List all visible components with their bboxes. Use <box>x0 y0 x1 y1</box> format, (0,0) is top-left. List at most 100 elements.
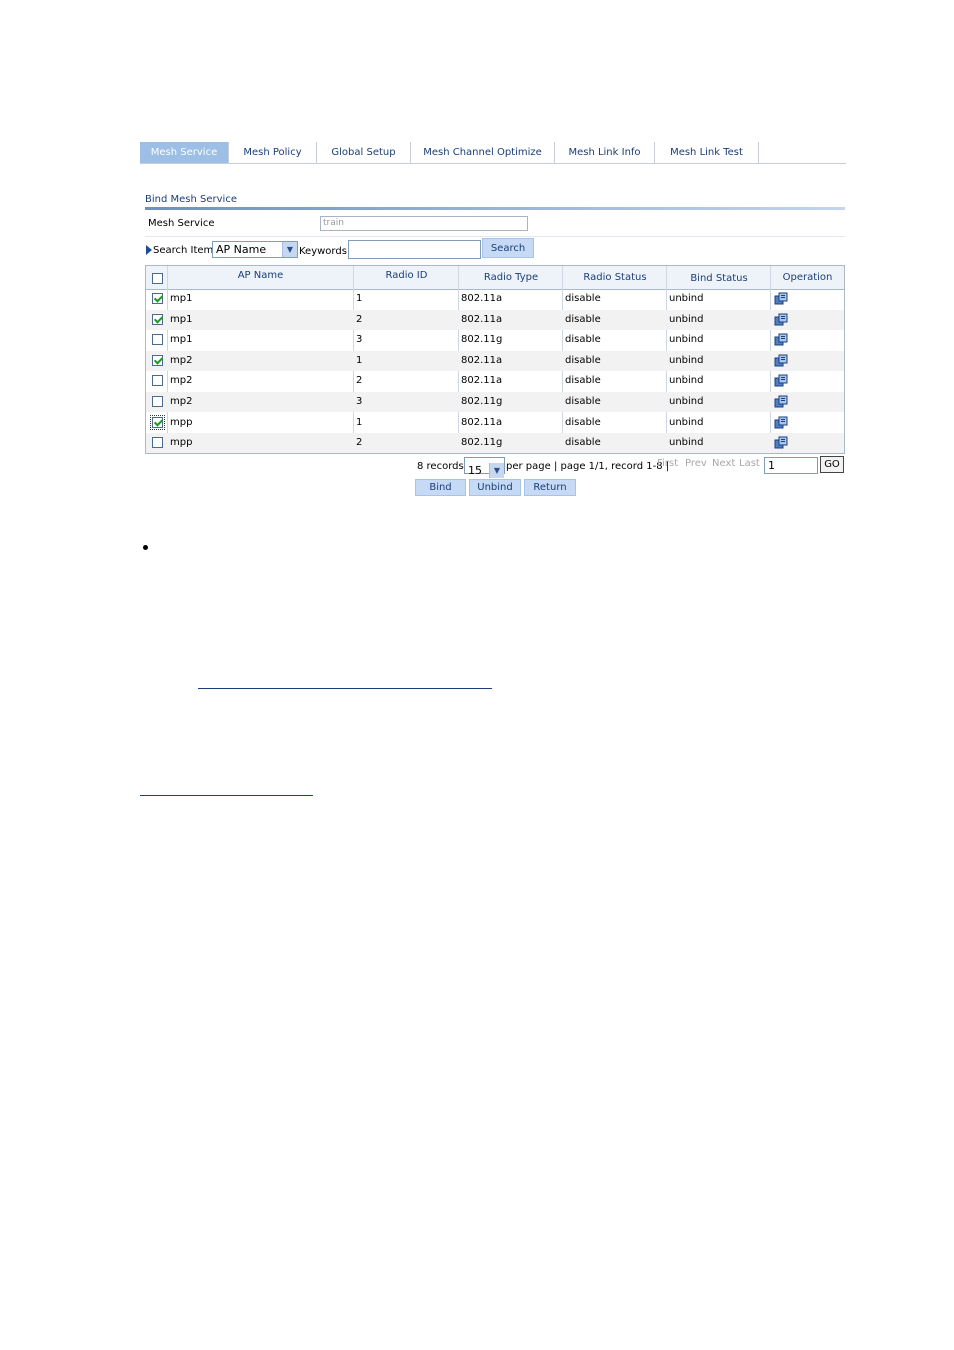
per-page-select[interactable]: 15 ▼ <box>464 457 505 478</box>
cell-ap-name: mp1 <box>170 334 193 346</box>
go-button[interactable]: GO <box>820 456 844 473</box>
cell-bind-status: unbind <box>669 437 704 449</box>
cell-operation <box>770 289 800 309</box>
cell-operation <box>770 371 800 391</box>
row-checkbox[interactable] <box>152 313 163 325</box>
cell-bind-status: unbind <box>669 334 704 346</box>
search-item-value: AP Name <box>216 243 267 256</box>
first-page-link[interactable]: First <box>657 458 678 469</box>
cell-ap-name: mpp <box>170 437 193 449</box>
chevron-down-icon[interactable]: ▼ <box>282 242 297 257</box>
edit-icon[interactable] <box>774 313 788 326</box>
table-row: mp2 3 802.11g disable unbind <box>146 392 844 412</box>
table-row: mpp 2 802.11g disable unbind <box>146 433 844 454</box>
row-checkbox[interactable] <box>152 396 163 407</box>
edit-icon[interactable] <box>774 374 788 387</box>
table-row: mp2 1 802.11a disable unbind <box>146 350 844 371</box>
cell-operation <box>770 433 800 453</box>
tab-global-setup[interactable]: Global Setup <box>317 142 411 163</box>
unbind-button[interactable]: Unbind <box>469 479 521 496</box>
cell-operation <box>770 330 800 350</box>
col-ap-name[interactable]: AP Name <box>168 264 353 287</box>
prev-page-link[interactable]: Prev <box>685 458 707 469</box>
cell-radio-status: disable <box>565 396 601 407</box>
search-button[interactable]: Search <box>482 238 534 258</box>
cell-operation <box>770 413 800 433</box>
col-radio-status[interactable]: Radio Status <box>563 266 667 289</box>
table-row: mp1 3 802.11g disable unbind <box>146 330 844 350</box>
cell-ap-name: mp2 <box>170 354 193 366</box>
cell-radio-status: disable <box>565 354 601 366</box>
row-checkbox[interactable] <box>152 437 163 449</box>
col-radio-id[interactable]: Radio ID <box>354 264 459 287</box>
cell-ap-name: mp2 <box>170 396 193 407</box>
cell-ap-name: mp1 <box>170 293 193 304</box>
section-title: Bind Mesh Service <box>145 194 237 205</box>
cell-radio-type: 802.11g <box>461 396 503 407</box>
cell-radio-id: 2 <box>356 437 363 449</box>
keywords-input[interactable] <box>348 240 481 259</box>
table-row: mp1 1 802.11a disable unbind <box>146 289 844 309</box>
edit-icon[interactable] <box>774 292 788 305</box>
cell-bind-status: unbind <box>669 313 704 325</box>
table-row: mpp 1 802.11a disable unbind <box>146 413 844 433</box>
search-item-label: Search Item: <box>153 245 217 256</box>
bind-button[interactable]: Bind <box>415 479 466 496</box>
tab-bar: Mesh Service Mesh Policy Global Setup Me… <box>140 142 846 164</box>
row-checkbox[interactable] <box>152 334 163 346</box>
cell-radio-id: 2 <box>356 375 363 387</box>
cell-ap-name: mp1 <box>170 313 193 325</box>
per-page-value: 15 <box>468 464 482 477</box>
cell-radio-id: 3 <box>356 334 363 346</box>
cell-bind-status: unbind <box>669 375 704 387</box>
search-item-select[interactable]: AP Name ▼ <box>212 241 298 258</box>
cell-ap-name: mpp <box>170 416 193 428</box>
next-page-link[interactable]: Next <box>712 458 735 469</box>
chevron-down-icon[interactable]: ▼ <box>489 463 504 478</box>
tab-mesh-service[interactable]: Mesh Service <box>140 142 229 163</box>
cell-bind-status: unbind <box>669 396 704 407</box>
hyperlink-underline[interactable] <box>198 688 492 689</box>
tab-mesh-link-info[interactable]: Mesh Link Info <box>555 142 655 163</box>
cell-bind-status: unbind <box>669 293 704 304</box>
table-row: mp2 2 802.11a disable unbind <box>146 371 844 391</box>
expand-arrow-icon[interactable] <box>146 245 152 255</box>
last-page-link[interactable]: Last <box>739 458 760 469</box>
edit-icon[interactable] <box>774 354 788 367</box>
tab-mesh-channel-optimize[interactable]: Mesh Channel Optimize <box>411 142 555 163</box>
select-all-checkbox[interactable] <box>152 273 163 284</box>
section-divider <box>145 207 845 210</box>
edit-icon[interactable] <box>774 416 788 429</box>
return-button[interactable]: Return <box>524 479 576 496</box>
cell-radio-id: 1 <box>356 416 363 428</box>
records-count: 8 records, <box>417 461 467 472</box>
cell-radio-type: 802.11a <box>461 313 503 325</box>
row-checkbox[interactable] <box>152 354 163 366</box>
cell-radio-type: 802.11a <box>461 354 503 366</box>
tab-mesh-link-test[interactable]: Mesh Link Test <box>655 142 759 163</box>
row-divider <box>145 236 845 237</box>
cell-radio-type: 802.11a <box>461 416 503 428</box>
col-bind-status[interactable]: Bind Status <box>667 267 771 290</box>
tab-mesh-policy[interactable]: Mesh Policy <box>229 142 317 163</box>
edit-icon[interactable] <box>774 333 788 346</box>
cell-radio-id: 2 <box>356 313 363 325</box>
pagination-bar: 8 records, 15 ▼ per page | page 1/1, rec… <box>417 456 847 478</box>
row-checkbox[interactable] <box>150 414 165 430</box>
hyperlink-underline[interactable] <box>140 795 313 796</box>
cell-radio-status: disable <box>565 313 601 325</box>
bullet-point <box>143 545 148 550</box>
row-checkbox[interactable] <box>152 293 163 304</box>
table-row: mp1 2 802.11a disable unbind <box>146 309 844 330</box>
edit-icon[interactable] <box>774 395 788 408</box>
cell-radio-status: disable <box>565 334 601 346</box>
page-number-input[interactable]: 1 <box>764 457 818 474</box>
col-radio-type[interactable]: Radio Type <box>459 266 563 289</box>
edit-icon[interactable] <box>774 436 788 449</box>
row-checkbox[interactable] <box>152 375 163 387</box>
cell-radio-status: disable <box>565 375 601 387</box>
cell-ap-name: mp2 <box>170 375 193 387</box>
mesh-service-field: train <box>320 216 528 231</box>
cell-radio-status: disable <box>565 293 601 304</box>
cell-operation <box>770 310 800 330</box>
